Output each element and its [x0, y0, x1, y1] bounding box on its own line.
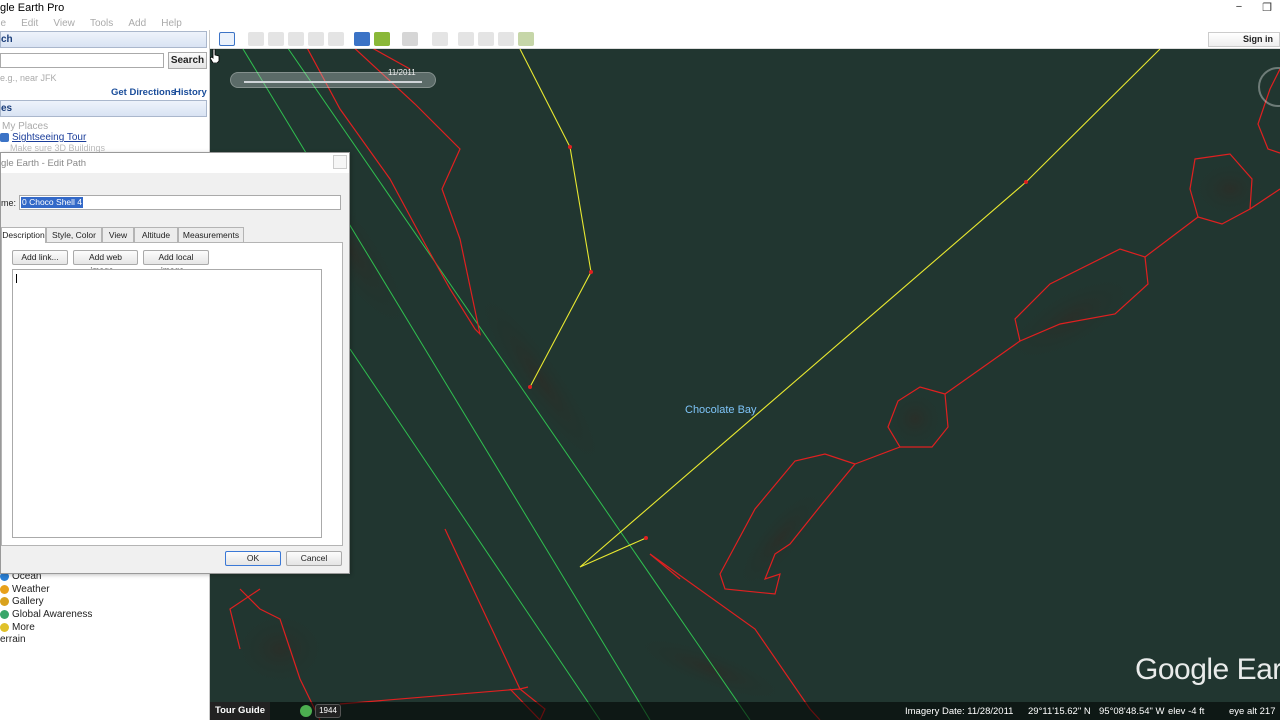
clock-icon[interactable] [300, 705, 312, 717]
more-icon [0, 622, 9, 632]
gallery-icon [0, 596, 9, 606]
cancel-button[interactable]: Cancel [286, 551, 342, 566]
name-field[interactable]: 0 Choco Shell 4 [19, 195, 341, 210]
menu-help[interactable]: Help [161, 18, 182, 29]
placemark-icon[interactable] [248, 32, 264, 46]
tab-description[interactable]: Description [1, 227, 46, 243]
historical-imagery-icon[interactable] [354, 32, 370, 46]
sightseeing-tour-label[interactable]: Sightseeing Tour [12, 132, 86, 143]
menu-view[interactable]: View [53, 18, 75, 29]
menu-edit[interactable]: Edit [21, 18, 38, 29]
layer-weather[interactable]: Weather [0, 584, 50, 595]
dialog-close-button[interactable] [333, 155, 347, 169]
google-earth-watermark: Google Ear [1135, 653, 1280, 686]
edit-path-dialog: gle Earth - Edit Path me: 0 Choco Shell … [0, 152, 350, 574]
title-bar: gle Earth Pro − ❐ [0, 0, 1280, 16]
weather-icon [0, 584, 9, 594]
add-local-image-button[interactable]: Add local image... [143, 250, 209, 275]
tour-guide-button[interactable]: Tour Guide [210, 702, 270, 720]
path-icon[interactable] [288, 32, 304, 46]
elevation-readout: elev -4 ft [1168, 706, 1205, 717]
ruler-icon[interactable] [432, 32, 448, 46]
menu-add[interactable]: Add [128, 18, 146, 29]
toolbar [210, 30, 1280, 49]
folder-icon [0, 132, 9, 142]
imagery-year-badge[interactable]: 1944 [315, 704, 341, 718]
view-in-maps-icon[interactable] [518, 32, 534, 46]
map-canvas [210, 49, 1280, 720]
tab-style-color[interactable]: Style, Color [46, 227, 102, 242]
add-link-button[interactable]: Add link... [12, 250, 68, 265]
menu-tools[interactable]: Tools [90, 18, 113, 29]
slider-track[interactable] [244, 81, 422, 83]
longitude-readout: 95°08'48.54" W [1099, 706, 1165, 717]
globe-icon [0, 609, 9, 619]
description-textarea[interactable] [12, 269, 322, 538]
dialog-title: gle Earth - Edit Path [1, 153, 349, 173]
layer-gallery[interactable]: Gallery [0, 596, 44, 607]
layer-global-awareness[interactable]: Global Awareness [0, 609, 92, 620]
tab-measurements[interactable]: Measurements [178, 227, 244, 242]
email-icon[interactable] [458, 32, 474, 46]
print-icon[interactable] [478, 32, 494, 46]
layer-more[interactable]: More [0, 622, 35, 633]
map-view[interactable]: 11/2011 Chocolate Bay Google Ear [210, 49, 1280, 720]
search-button[interactable]: Search [168, 52, 207, 69]
status-bar: Tour Guide 1944 Imagery Date: 11/28/2011… [210, 702, 1280, 720]
hand-cursor-icon [210, 49, 220, 63]
planet-icon[interactable] [402, 32, 418, 46]
ok-button[interactable]: OK [225, 551, 281, 566]
place-label-chocolate-bay[interactable]: Chocolate Bay [685, 404, 757, 416]
menu-file[interactable]: ile [0, 18, 6, 29]
name-field-value: 0 Choco Shell 4 [21, 197, 84, 208]
text-caret [16, 274, 17, 283]
tab-altitude[interactable]: Altitude [134, 227, 178, 242]
history-link[interactable]: History [174, 87, 207, 98]
layer-terrain[interactable]: errain [0, 634, 26, 645]
minimize-button[interactable]: − [1230, 1, 1248, 13]
slider-date: 11/2011 [388, 68, 416, 77]
sign-in-button[interactable]: Sign in [1208, 32, 1280, 47]
get-directions-link[interactable]: Get Directions [111, 87, 176, 98]
latitude-readout: 29°11'15.62" N [1028, 706, 1091, 717]
sidebar-toggle-icon[interactable] [219, 32, 235, 46]
sun-icon[interactable] [374, 32, 390, 46]
restore-button[interactable]: ❐ [1258, 1, 1276, 14]
polygon-icon[interactable] [268, 32, 284, 46]
tab-view[interactable]: View [102, 227, 134, 242]
search-panel-header[interactable]: ch [0, 31, 207, 48]
places-panel-header[interactable]: es [0, 100, 207, 117]
record-tour-icon[interactable] [328, 32, 344, 46]
eye-altitude-readout: eye alt 217 [1229, 706, 1276, 717]
menu-bar: ile Edit View Tools Add Help [0, 16, 1280, 30]
overlay-icon[interactable] [308, 32, 324, 46]
add-web-image-button[interactable]: Add web image... [73, 250, 138, 275]
search-input[interactable] [0, 53, 164, 68]
name-label: me: [1, 198, 17, 208]
save-image-icon[interactable] [498, 32, 514, 46]
tree-item-my-places[interactable]: My Places [2, 121, 48, 132]
imagery-date: Imagery Date: 11/28/2011 [905, 706, 1014, 717]
window-title: gle Earth Pro [0, 2, 65, 14]
tree-item-sightseeing-tour[interactable]: Sightseeing Tour [0, 132, 86, 143]
search-hint: e.g., near JFK [0, 73, 57, 83]
